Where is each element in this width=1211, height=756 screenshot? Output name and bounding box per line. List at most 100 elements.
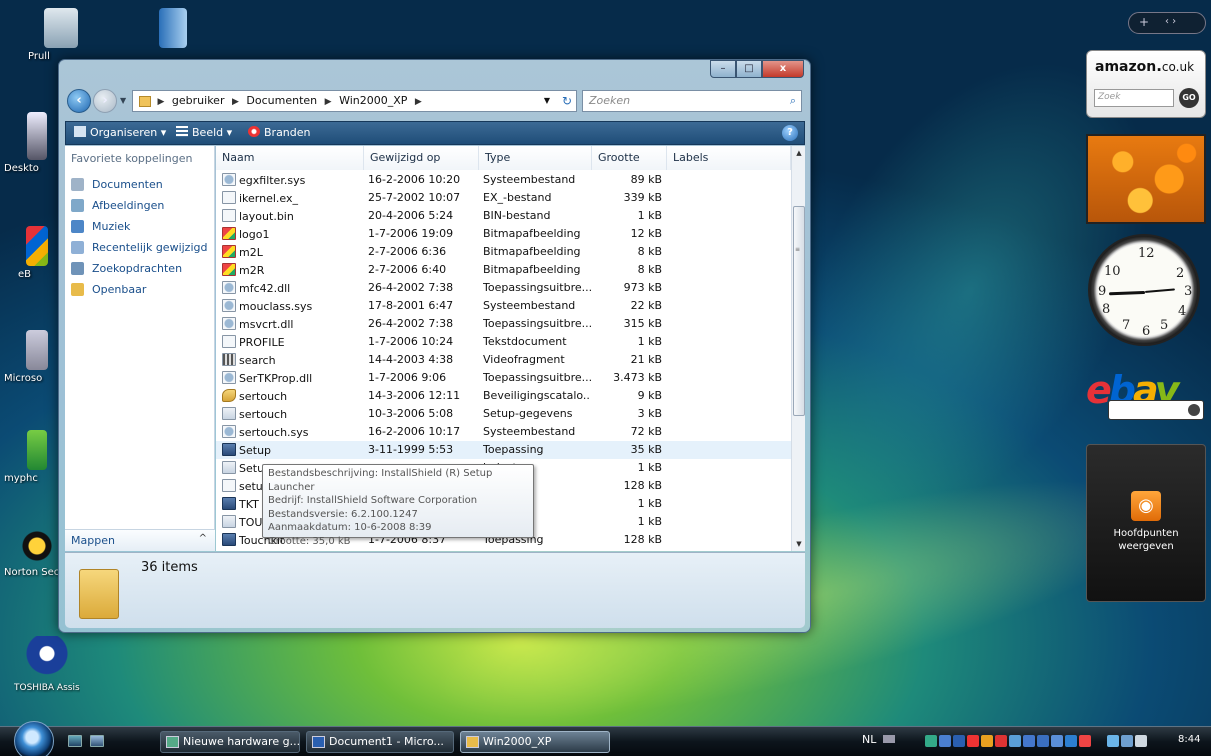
file-date: 14-4-2003 4:38 [368,353,454,366]
slideshow-gadget[interactable] [1086,134,1206,224]
burn-button[interactable]: Branden [248,126,311,139]
tray-icon[interactable] [995,735,1007,747]
file-size: 1 kB [637,497,662,510]
scroll-down-arrow[interactable]: ▼ [792,537,805,551]
breadcrumb-documenten[interactable]: Documenten [246,94,317,107]
gadget-page-arrows[interactable]: ‹ › [1165,16,1176,27]
tray-icon[interactable] [939,735,951,747]
clock-numeral: 10 [1104,264,1121,279]
ebay-search-input[interactable] [1108,400,1204,420]
breadcrumb-separator[interactable]: ▶ [158,97,165,107]
breadcrumb-separator[interactable]: ▶ [232,97,239,107]
tooltip-version: Bestandsversie: 6.2.100.1247 [268,508,418,520]
amazon-go-button[interactable]: GO [1179,88,1199,108]
table-row[interactable]: logo1 1-7-2006 19:09 Bitmapafbeelding 12 kB [216,225,791,243]
folders-toggle[interactable]: Mappen ^ [65,529,215,551]
scroll-up-arrow[interactable]: ▲ [792,146,805,160]
nav-item-afbeeldingen[interactable]: Afbeeldingen [65,195,214,216]
file-inf-icon [222,515,236,528]
scroll-thumb[interactable] [793,206,805,416]
feed-headlines-gadget[interactable]: ◉ Hoofdpunten weergeven [1086,444,1206,602]
recent-pages-dropdown[interactable]: ▼ [120,96,126,105]
search-icon[interactable] [1188,404,1200,416]
table-row[interactable]: m2L 2-7-2006 6:36 Bitmapafbeelding 8 kB [216,243,791,261]
column-header-labels[interactable]: Labels [667,146,791,170]
maximize-button[interactable]: □ [736,60,762,78]
vertical-scrollbar[interactable]: ▲ ≡ ▼ [791,146,805,551]
table-row[interactable]: Setup 3-11-1999 5:53 Toepassing 35 kB [216,441,791,459]
tray-icon[interactable] [967,735,979,747]
tray-icon[interactable] [1093,735,1105,747]
breadcrumb-win2000xp[interactable]: Win2000_XP [339,94,407,107]
amazon-search-input[interactable]: Zoek [1094,89,1174,107]
nav-item-muziek[interactable]: Muziek [65,216,214,237]
nav-item-public[interactable]: Openbaar [65,279,214,300]
file-sys-icon [222,317,236,330]
desktop-icon-toshiba-assist[interactable]: TOSHIBA Assist [14,636,80,693]
start-button[interactable] [14,721,54,756]
nav-item-searches[interactable]: Zoekopdrachten [65,258,214,279]
table-row[interactable]: sertouch 10-3-2006 5:08 Setup-gegevens 3 kB [216,405,791,423]
desktop-icon-recycle-bin[interactable]: Prull [28,8,94,62]
minimize-button[interactable]: – [710,60,736,78]
music-icon [71,220,84,233]
table-row[interactable]: m2R 2-7-2006 6:40 Bitmapafbeelding 8 kB [216,261,791,279]
search-input[interactable]: Zoeken ⌕ [582,90,802,112]
table-row[interactable]: SerTKProp.dll 1-7-2006 9:06 Toepassingsuit… [216,369,791,387]
add-gadget-button[interactable]: + [1139,15,1149,29]
file-type: Beveiligingscatalo... [483,389,591,402]
device-icon [27,112,47,160]
language-indicator[interactable]: NL [862,733,895,746]
table-row[interactable]: egxfilter.sys 16-2-2006 10:20 Systeembesta… [216,171,791,189]
file-date: 2-7-2006 6:40 [368,263,447,276]
tray-icon[interactable] [1107,735,1119,747]
tray-icon[interactable] [1051,735,1063,747]
taskbar-button-hardware[interactable]: Nieuwe hardware g... [160,731,300,753]
search-icon[interactable]: ⌕ [790,91,796,111]
nav-item-recent[interactable]: Recentelijk gewijzigd [65,237,214,258]
view-button[interactable]: Beeld ▾ [176,126,232,139]
taskbar-button-document1[interactable]: Document1 - Micro... [306,731,454,753]
breadcrumb-separator[interactable]: ▶ [415,97,422,107]
volume-icon[interactable] [1135,735,1147,747]
table-row[interactable]: layout.bin 20-4-2006 5:24 BIN-bestand 1 kB [216,207,791,225]
tray-icon[interactable] [1009,735,1021,747]
table-row[interactable]: mouclass.sys 17-8-2001 6:47 Systeembestand… [216,297,791,315]
tray-icon[interactable] [953,735,965,747]
breadcrumb-separator[interactable]: ▶ [325,97,332,107]
table-row[interactable]: sertouch 14-3-2006 12:11 Beveiligingscatal… [216,387,791,405]
switch-windows-icon[interactable] [90,735,104,747]
desktop-icon-folder[interactable] [140,8,206,51]
clock-time[interactable]: 8:44 [1178,734,1200,745]
address-dropdown[interactable]: ▼ [544,91,550,111]
table-row[interactable]: PROFILE 1-7-2006 10:24 Tekstdocument 1 kB [216,333,791,351]
tray-icon[interactable] [1023,735,1035,747]
column-header-type[interactable]: Type [479,146,592,170]
tray-icon[interactable] [1065,735,1077,747]
table-row[interactable]: ikernel.ex_ 25-7-2002 10:07 EX_-bestand 339… [216,189,791,207]
tray-icon[interactable] [1037,735,1049,747]
breadcrumb-gebruiker[interactable]: gebruiker [172,94,225,107]
network-icon[interactable] [1121,735,1133,747]
nav-item-documenten[interactable]: Documenten [65,174,214,195]
column-header-size[interactable]: Grootte [592,146,667,170]
table-row[interactable]: search 14-4-2003 4:38 Videofragment 21 kB [216,351,791,369]
taskbar-button-win2000xp[interactable]: Win2000_XP [460,731,610,753]
show-desktop-icon[interactable] [68,735,82,747]
file-date: 26-4-2002 7:38 [368,281,454,294]
tray-icon[interactable] [981,735,993,747]
address-bar[interactable]: ▶ gebruiker ▶ Documenten ▶ Win2000_XP ▶ … [132,90,577,112]
tray-icon[interactable] [1079,735,1091,747]
help-icon[interactable]: ? [782,125,798,141]
back-button[interactable]: ‹ [67,89,91,113]
table-row[interactable]: sertouch.sys 16-2-2006 10:17 Systeembestan… [216,423,791,441]
table-row[interactable]: msvcrt.dll 26-4-2002 7:38 Toepassingsuitbr… [216,315,791,333]
column-header-date[interactable]: Gewijzigd op [364,146,479,170]
close-button[interactable]: x [762,60,804,78]
table-row[interactable]: mfc42.dll 26-4-2002 7:38 Toepassingsuitbre… [216,279,791,297]
organize-button[interactable]: Organiseren ▾ [74,126,166,139]
column-header-name[interactable]: Naam [216,146,364,170]
tray-icon[interactable] [925,735,937,747]
refresh-icon[interactable]: ↻ [562,91,572,111]
forward-button[interactable]: › [93,89,117,113]
